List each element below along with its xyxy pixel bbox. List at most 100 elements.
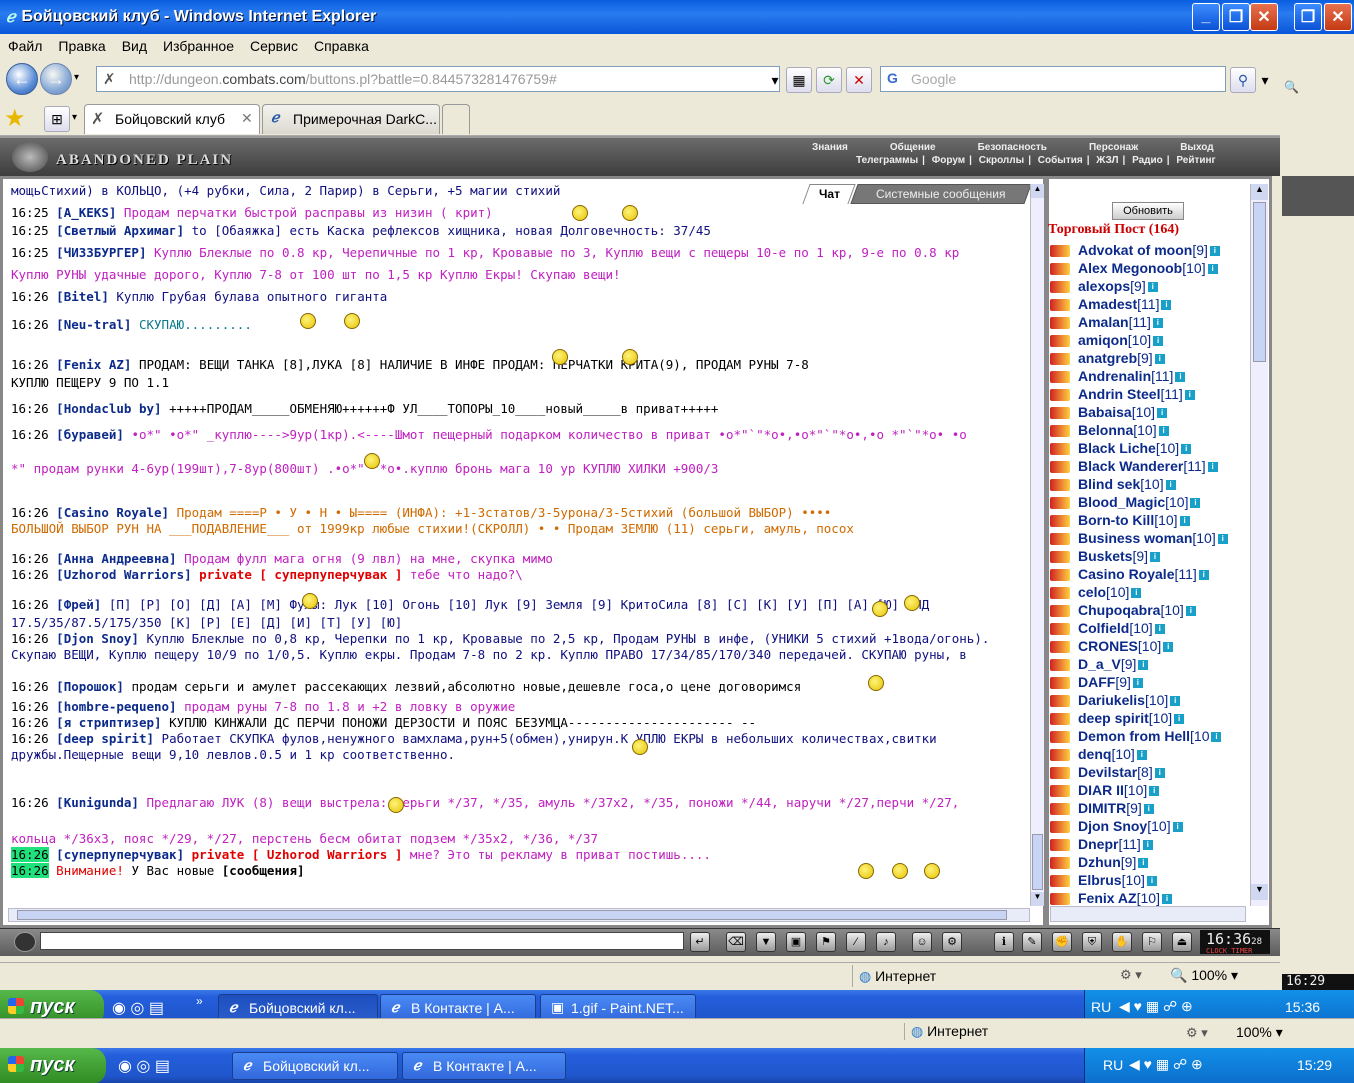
chat-nick[interactable]: [Neu-tral]	[56, 317, 131, 332]
user-info-icon[interactable]: i	[1132, 678, 1143, 689]
chat-nick[interactable]: [Фрей]	[56, 597, 101, 612]
private-message-icon[interactable]	[1050, 767, 1070, 780]
tab-list-icon[interactable]: ▾	[72, 112, 77, 123]
user-info-icon[interactable]: i	[1142, 840, 1153, 851]
chat-timestamp[interactable]: 16:26	[11, 289, 49, 304]
nav-security[interactable]: Безопасность	[978, 142, 1047, 153]
zoom-control[interactable]: 🔍 100% ▾	[1170, 967, 1238, 984]
user-nick[interactable]: Devilstar	[1078, 764, 1137, 780]
menu-file[interactable]: Файл	[8, 38, 42, 54]
menu-tools[interactable]: Сервис	[250, 38, 298, 54]
user-info-icon[interactable]: i	[1163, 642, 1174, 653]
user-nick[interactable]: Dzhun	[1078, 854, 1121, 870]
chat-timestamp[interactable]: 16:26	[11, 597, 49, 612]
messages-link[interactable]: [сообщения]	[222, 863, 305, 878]
flag-icon[interactable]: ⚐	[1142, 932, 1162, 952]
user-nick[interactable]: Babaisa	[1078, 404, 1132, 420]
private-message-icon[interactable]	[1050, 443, 1070, 456]
chat-timestamp[interactable]: 16:26	[11, 863, 49, 878]
chat-nick[interactable]: [Hondaclub by]	[56, 401, 161, 416]
address-input[interactable]: ✗ http://dungeon.combats.com/buttons.pl?…	[96, 66, 780, 92]
user-row[interactable]: Amalan[11] i	[1050, 314, 1163, 332]
chat-nick[interactable]: [deep spirit]	[56, 731, 154, 746]
background-language[interactable]: RU	[1103, 1057, 1123, 1073]
user-row[interactable]: amiqon[10] i	[1050, 332, 1164, 350]
chat-timestamp[interactable]: 16:26	[11, 401, 49, 416]
user-nick[interactable]: D_a_V	[1078, 656, 1121, 672]
user-nick[interactable]: Casino Royale	[1078, 566, 1174, 582]
tray-icons[interactable]: ◀ ♥ ▦ ☍ ⊕	[1119, 998, 1193, 1015]
chat-timestamp[interactable]: 16:26	[11, 505, 49, 520]
private-message-icon[interactable]	[1050, 587, 1070, 600]
background-protected-icon[interactable]: ⚙ ▾	[1186, 1025, 1208, 1041]
user-nick[interactable]: Fenix AZ	[1078, 890, 1137, 906]
private-message-icon[interactable]	[1050, 353, 1070, 366]
chat-nick[interactable]: [ЧИЗЗБУРГЕР]	[56, 245, 146, 260]
user-info-icon[interactable]: i	[1158, 426, 1169, 437]
quick-tabs-icon[interactable]: ⊞	[44, 106, 70, 132]
nav-forum[interactable]: Форум	[932, 155, 965, 166]
private-message-icon[interactable]	[1050, 425, 1070, 438]
nav-exit[interactable]: Выход	[1180, 142, 1213, 153]
private-message-icon[interactable]	[1050, 371, 1070, 384]
attack-icon[interactable]: ✊	[1052, 932, 1072, 952]
user-row[interactable]: Born-to Kill[10] i	[1050, 512, 1190, 530]
user-nick[interactable]: Andrin Steel	[1078, 386, 1160, 402]
user-row[interactable]: Blood_Magic[10] i	[1050, 494, 1201, 512]
user-nick[interactable]: Black Wanderer	[1078, 458, 1183, 474]
chat-nick[interactable]: [Светлый Архимаг]	[56, 223, 184, 238]
user-row[interactable]: Advokat of moon[9] i	[1050, 242, 1220, 260]
private-message-icon[interactable]	[1050, 875, 1070, 888]
background-close-button[interactable]: ✕	[1324, 3, 1352, 31]
user-list-scrollbar[interactable]: ▲ ▼	[1250, 184, 1268, 906]
chat-nick[interactable]: [буравей]	[56, 427, 124, 442]
quicklaunch-more-icon[interactable]: »	[196, 994, 203, 1008]
chat-timestamp[interactable]: 16:26	[11, 427, 49, 442]
user-row[interactable]: Alex Megonoob[10] i	[1050, 260, 1218, 278]
user-nick[interactable]: DIMITR	[1078, 800, 1126, 816]
filter-icon[interactable]: ▼	[756, 932, 776, 952]
user-info-icon[interactable]: i	[1181, 444, 1192, 455]
user-nick[interactable]: Blind sek	[1078, 476, 1140, 492]
smiley-icon[interactable]: ☺	[912, 932, 932, 952]
back-button[interactable]: ←	[6, 63, 38, 95]
userlist-scroll-up-icon[interactable]: ▲	[1251, 184, 1268, 200]
chat-timestamp[interactable]: 16:26	[11, 699, 49, 714]
chat-timestamp[interactable]: 16:25	[11, 245, 49, 260]
user-info-icon[interactable]: i	[1146, 876, 1157, 887]
user-nick[interactable]: Dnepr	[1078, 836, 1118, 852]
user-nick[interactable]: celo	[1078, 584, 1106, 600]
private-message-icon[interactable]	[1050, 407, 1070, 420]
user-info-icon[interactable]: i	[1170, 696, 1181, 707]
private-message-icon[interactable]	[1050, 785, 1070, 798]
chat-mode-icon[interactable]	[14, 932, 36, 952]
private-message-icon[interactable]	[1050, 551, 1070, 564]
private-message-icon[interactable]	[1050, 605, 1070, 618]
language-indicator[interactable]: RU	[1091, 999, 1111, 1015]
chat-scroll-thumb[interactable]	[1032, 834, 1043, 890]
user-nick[interactable]: Alex Megonoob	[1078, 260, 1182, 276]
private-message-icon[interactable]	[1050, 623, 1070, 636]
userlist-scroll-down-icon[interactable]: ▼	[1251, 884, 1268, 900]
private-message-icon[interactable]	[1050, 731, 1070, 744]
chat-nick[interactable]: [A_KEKS]	[56, 205, 116, 220]
user-nick[interactable]: Djon Snoy	[1078, 818, 1147, 834]
user-row[interactable]: DIMITR[9] i	[1050, 800, 1154, 818]
search-icon[interactable]: ⚲	[1230, 67, 1256, 93]
nav-scrolls[interactable]: Скроллы	[979, 155, 1024, 166]
user-info-icon[interactable]: i	[1154, 354, 1165, 365]
user-row[interactable]: Buskets[9] i	[1050, 548, 1161, 566]
chat-nick[interactable]: [hombre-pequeno]	[56, 699, 176, 714]
forward-button[interactable]: →	[40, 63, 72, 95]
private-message-icon[interactable]	[1050, 857, 1070, 870]
user-info-icon[interactable]: i	[1138, 858, 1149, 869]
user-nick[interactable]: Andrenalin	[1078, 368, 1151, 384]
user-nick[interactable]: anatgreb	[1078, 350, 1137, 366]
refresh-button[interactable]: Обновить	[1112, 202, 1184, 220]
chat-input[interactable]	[40, 932, 684, 950]
chat-timestamp[interactable]: 16:26	[11, 551, 49, 566]
user-row[interactable]: Business woman[10] i	[1050, 530, 1228, 548]
private-message-icon[interactable]	[1050, 335, 1070, 348]
chat-timestamp[interactable]: 16:26	[11, 795, 49, 810]
background-tray-icons[interactable]: ◀ ♥ ▦ ☍ ⊕	[1129, 1056, 1203, 1073]
